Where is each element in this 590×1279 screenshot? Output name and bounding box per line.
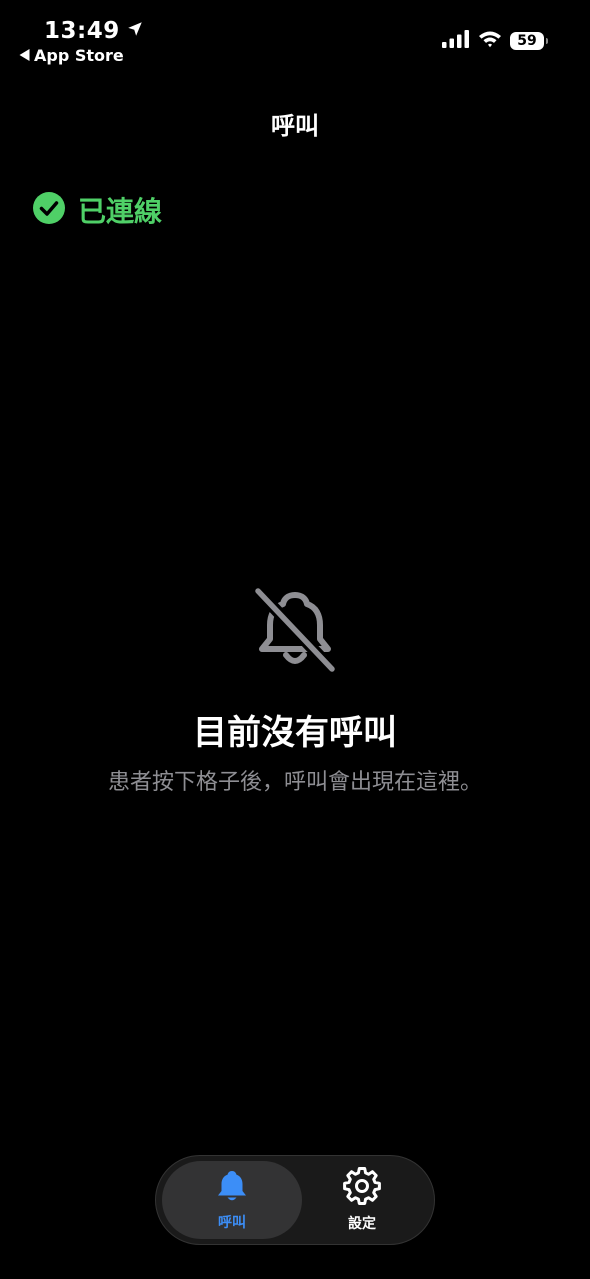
empty-title: 目前沒有呼叫 bbox=[193, 713, 397, 753]
status-indicators: 59 bbox=[442, 30, 548, 52]
battery-icon: 59 bbox=[510, 32, 548, 50]
tab-settings[interactable]: 設定 bbox=[292, 1161, 432, 1239]
bell-icon bbox=[214, 1168, 250, 1208]
page-title: 呼叫 bbox=[271, 112, 319, 140]
signal-icon bbox=[442, 30, 470, 52]
gear-icon bbox=[343, 1166, 381, 1209]
tab-settings-label: 設定 bbox=[348, 1216, 376, 1232]
status-time: 13:49 bbox=[44, 18, 144, 44]
back-triangle-icon bbox=[19, 46, 30, 65]
wifi-icon bbox=[478, 30, 502, 52]
connection-status: 已連線 bbox=[32, 190, 162, 230]
tab-calls-label: 呼叫 bbox=[218, 1215, 246, 1231]
bell-slash-icon bbox=[250, 585, 340, 675]
empty-subtitle: 患者按下格子後，呼叫會出現在這裡。 bbox=[107, 770, 482, 795]
check-circle-icon bbox=[32, 191, 66, 229]
tab-calls[interactable]: 呼叫 bbox=[162, 1161, 302, 1239]
empty-state: 目前沒有呼叫 患者按下格子後，呼叫會出現在這裡。 bbox=[0, 585, 590, 796]
back-to-app-store[interactable]: App Store bbox=[19, 46, 124, 65]
battery-level: 59 bbox=[517, 33, 537, 49]
status-time-text: 13:49 bbox=[44, 18, 120, 44]
back-label: App Store bbox=[34, 46, 124, 65]
tab-bar: 呼叫 設定 bbox=[155, 1155, 435, 1245]
connection-label: 已連線 bbox=[78, 195, 163, 228]
location-arrow-icon bbox=[126, 18, 144, 44]
